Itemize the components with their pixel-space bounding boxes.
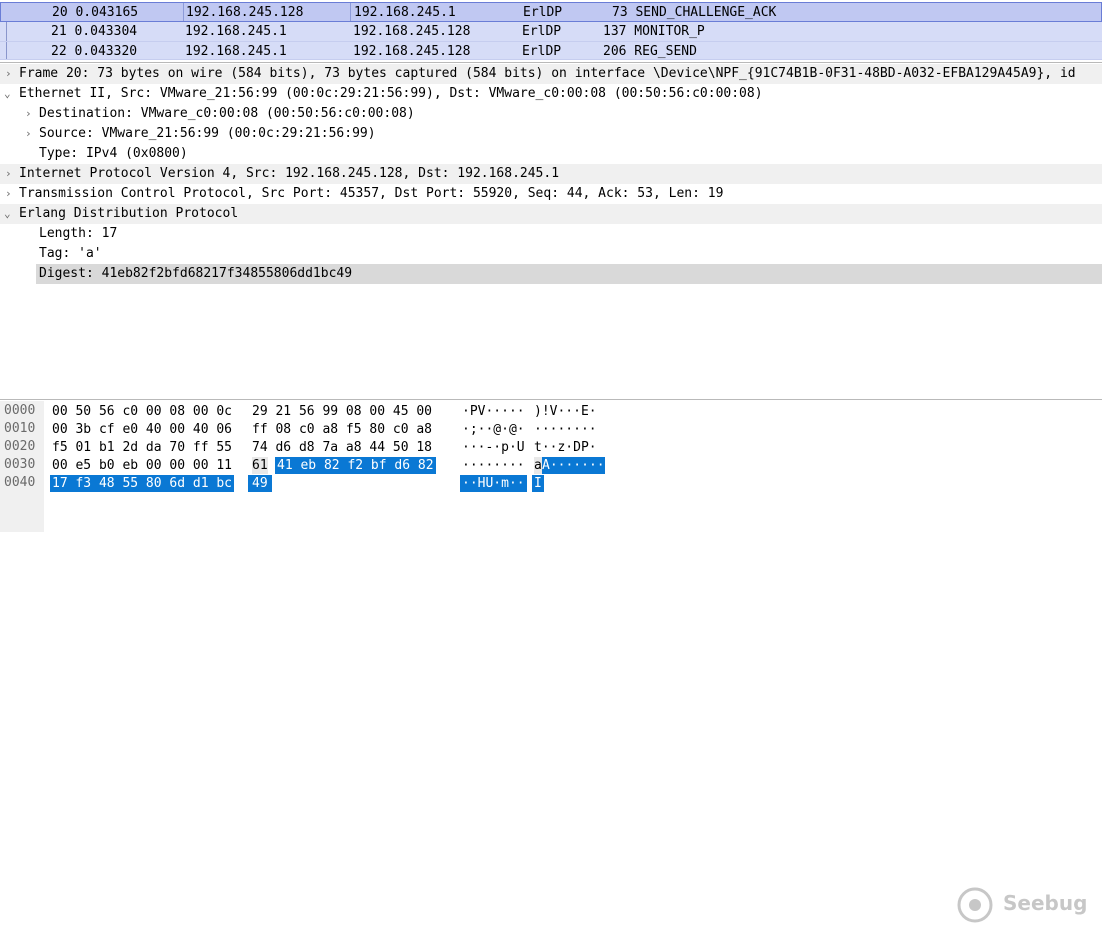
packet-bytes-pane: 0000 0010 0020 0030 0040 00 50 56 c0 00 … [0,401,1102,923]
ascii-byte-tag[interactable]: a [534,457,542,474]
hex-bytes-selected[interactable]: 41 eb 82 f2 bf d6 82 [275,457,436,474]
chevron-right-icon[interactable]: › [5,167,15,180]
ascii-bytes-selected[interactable]: ··HU·m·· [460,475,527,492]
packet-source: 192.168.245.128 [186,5,304,20]
packet-protocol: ErlDP [523,5,563,20]
ascii-bytes-selected[interactable]: I [532,475,544,492]
column-separator [183,3,184,21]
packet-no-time: 22 0.043320 [51,44,138,59]
tree-item-label: Frame 20: 73 bytes on wire (584 bits), 7… [19,66,1076,81]
packet-details-tree: › Frame 20: 73 bytes on wire (584 bits),… [0,64,1102,398]
tree-item-label: Internet Protocol Version 4, Src: 192.16… [19,166,560,181]
packet-source: 192.168.245.1 [185,44,287,59]
tree-item-label: Source: VMware_21:56:99 (00:0c:29:21:56:… [39,126,376,141]
hex-bytes[interactable]: 74 d6 d8 7a a8 44 50 18 [252,439,432,456]
chevron-down-icon[interactable]: ⌄ [4,87,14,100]
tree-item-label: Destination: VMware_c0:00:08 (00:50:56:c… [39,106,415,121]
packet-source: 192.168.245.1 [185,24,287,39]
tree-item-label: Length: 17 [39,226,118,241]
packet-row-22[interactable]: 22 0.043320 192.168.245.1 192.168.245.12… [0,42,1102,60]
chevron-right-icon[interactable]: › [25,127,35,140]
tree-item-label: Type: IPv4 (0x0800) [39,146,188,161]
packet-no-time: 20 0.043165 [52,5,139,20]
hex-bytes-selected[interactable]: 49 [248,475,272,492]
tree-item-label: Transmission Control Protocol, Src Port:… [19,186,724,201]
packet-row-20[interactable]: 20 0.043165 192.168.245.128 192.168.245.… [0,2,1102,22]
tree-item-eth-destination[interactable]: › Destination: VMware_c0:00:08 (00:50:56… [0,104,1102,124]
hex-bytes[interactable]: f5 01 b1 2d da 70 ff 55 [52,439,232,456]
pane-splitter[interactable] [0,399,1102,400]
byte-offset: 0040 [4,475,36,490]
tree-item-tcp[interactable]: › Transmission Control Protocol, Src Por… [0,184,1102,204]
packet-destination: 192.168.245.128 [353,44,471,59]
ascii-bytes[interactable]: ········ [534,421,597,438]
hex-bytes[interactable]: 00 e5 b0 eb 00 00 00 11 [52,457,232,474]
packet-length-info: 137 MONITOR_P [603,24,705,39]
packet-destination: 192.168.245.1 [354,5,456,20]
packet-destination: 192.168.245.128 [353,24,471,39]
hex-bytes[interactable]: ff 08 c0 a8 f5 80 c0 a8 [252,421,432,438]
tree-item-label: Erlang Distribution Protocol [19,206,239,221]
hex-bytes[interactable]: 29 21 56 99 08 00 45 00 [252,403,432,420]
ascii-bytes[interactable]: t··z·DP· [534,439,597,456]
packet-row-21[interactable]: 21 0.043304 192.168.245.1 192.168.245.12… [0,22,1102,42]
byte-offset: 0000 [4,403,36,418]
tree-item-erl-tag[interactable]: Tag: 'a' [0,244,1102,264]
tree-item-erldp[interactable]: ⌄ Erlang Distribution Protocol [0,204,1102,224]
tree-item-eth-source[interactable]: › Source: VMware_21:56:99 (00:0c:29:21:5… [0,124,1102,144]
chevron-right-icon[interactable]: › [25,107,35,120]
hex-byte-tag[interactable]: 61 [252,457,268,474]
pane-splitter[interactable] [0,62,1102,63]
byte-offset: 0020 [4,439,36,454]
tree-item-ip[interactable]: › Internet Protocol Version 4, Src: 192.… [0,164,1102,184]
packet-protocol: ErlDP [522,44,562,59]
related-packet-marker [6,42,7,59]
tree-item-erl-length[interactable]: Length: 17 [0,224,1102,244]
ascii-bytes[interactable]: ·PV····· [462,403,525,420]
ascii-bytes[interactable]: ···-·p·U [462,439,525,456]
packet-no-time: 21 0.043304 [51,24,138,39]
byte-offset: 0010 [4,421,36,436]
tree-item-eth-type[interactable]: Type: IPv4 (0x0800) [0,144,1102,164]
watermark-text: Seebug [1003,891,1088,915]
tree-item-label: Tag: 'a' [39,246,102,261]
tree-item-erl-digest[interactable]: Digest: 41eb82f2bfd68217f34855806dd1bc49 [0,264,1102,284]
seebug-logo-icon [957,887,993,923]
hex-bytes-selected[interactable]: 17 f3 48 55 80 6d d1 bc [50,475,235,492]
chevron-right-icon[interactable]: › [5,67,15,80]
packet-length-info: 206 REG_SEND [603,44,697,59]
ascii-bytes[interactable]: )!V···E· [534,403,597,420]
ascii-bytes[interactable]: ········ [462,457,525,474]
ascii-bytes-selected[interactable]: A······· [542,457,605,474]
tree-item-frame[interactable]: › Frame 20: 73 bytes on wire (584 bits),… [0,64,1102,84]
hex-bytes[interactable]: 00 3b cf e0 40 00 40 06 [52,421,232,438]
ascii-bytes[interactable]: ·;··@·@· [462,421,525,438]
packet-length-info: 73 SEND_CHALLENGE_ACK [612,5,777,20]
tree-item-label: Ethernet II, Src: VMware_21:56:99 (00:0c… [19,86,763,101]
chevron-down-icon[interactable]: ⌄ [4,207,14,220]
column-separator [350,3,351,21]
hex-bytes[interactable]: 00 50 56 c0 00 08 00 0c [52,403,232,420]
packet-list: 20 0.043165 192.168.245.128 192.168.245.… [0,0,1102,62]
offset-gutter: 0000 0010 0020 0030 0040 [0,401,44,532]
packet-protocol: ErlDP [522,24,562,39]
chevron-right-icon[interactable]: › [5,187,15,200]
seebug-watermark: Seebug [955,885,1088,925]
byte-offset: 0030 [4,457,36,472]
related-packet-marker [6,22,7,41]
tree-item-label: Digest: 41eb82f2bfd68217f34855806dd1bc49 [39,266,353,281]
tree-item-ethernet[interactable]: ⌄ Ethernet II, Src: VMware_21:56:99 (00:… [0,84,1102,104]
